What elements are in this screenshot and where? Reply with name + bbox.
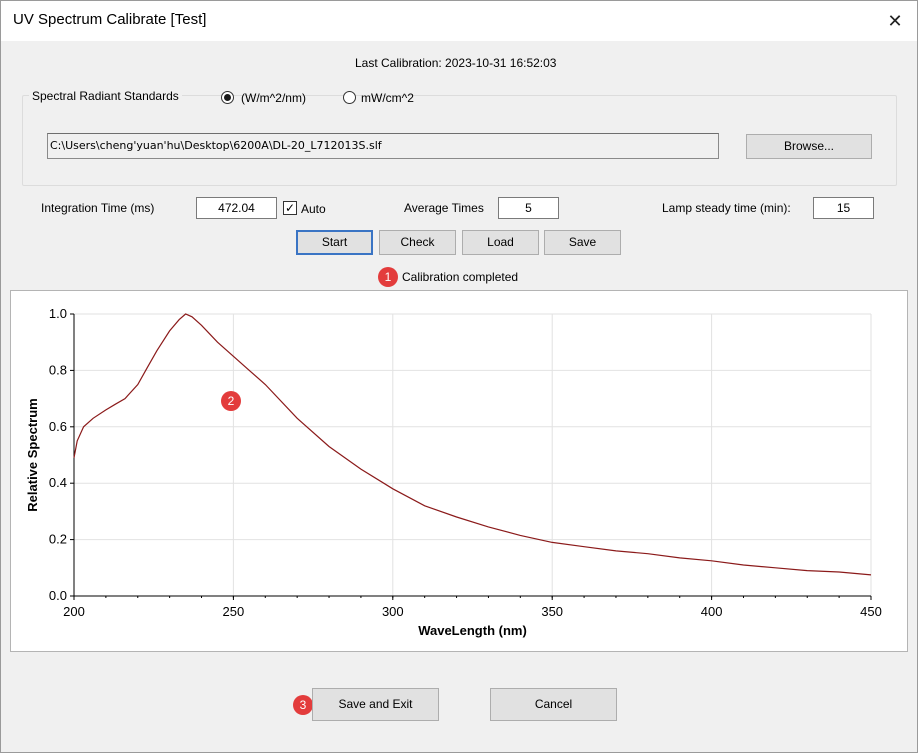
save-and-exit-button[interactable]: Save and Exit [312, 688, 439, 721]
status-text: Calibration completed [402, 270, 519, 284]
lamp-steady-time-label: Lamp steady time (min): [662, 201, 791, 215]
spectrum-chart-panel: 200 250 300 350 400 450 0.0 0.2 0.4 0.6 0.8 1.0 Wav… [10, 290, 908, 652]
x-tick-label: 450 [860, 604, 882, 619]
y-axis-label: Relative Spectrum [25, 398, 40, 511]
chart-ticks: 200 250 300 350 400 450 0.0 0.2 0.4 0.6 0.8 1.0 [49, 306, 882, 619]
x-tick-label: 250 [223, 604, 245, 619]
spectrum-series-line [73, 313, 872, 576]
x-tick-label: 300 [382, 604, 404, 619]
y-tick-label: 0.0 [49, 588, 67, 603]
y-tick-label: 0.8 [49, 362, 67, 377]
radio-w-m2-nm[interactable] [221, 91, 234, 104]
y-tick-label: 1.0 [49, 306, 67, 321]
last-calibration-text: Last Calibration: 2023-10-31 16:52:03 [355, 56, 557, 70]
radio-mw-cm2-label[interactable]: mW/cm^2 [361, 91, 414, 105]
save-button[interactable]: Save [544, 230, 621, 255]
auto-label[interactable]: Auto [301, 202, 326, 216]
marker-1: 1 [378, 267, 398, 287]
browse-button[interactable]: Browse... [746, 134, 872, 159]
chart-grid [73, 313, 872, 597]
x-tick-label: 400 [701, 604, 723, 619]
integration-time-label: Integration Time (ms) [41, 201, 155, 215]
marker-3: 3 [293, 695, 313, 715]
average-times-label: Average Times [404, 201, 484, 215]
check-button[interactable]: Check [379, 230, 456, 255]
integration-time-input[interactable]: 472.04 [196, 197, 277, 219]
y-tick-label: 0.2 [49, 532, 67, 547]
title-bar: UV Spectrum Calibrate [Test] ✕ [1, 1, 917, 41]
x-tick-label: 350 [541, 604, 563, 619]
start-button[interactable]: Start [296, 230, 373, 255]
window-title: UV Spectrum Calibrate [Test] [13, 11, 207, 28]
x-axis-label: WaveLength (nm) [418, 623, 527, 638]
lamp-steady-time-input[interactable]: 15 [813, 197, 874, 219]
average-times-input[interactable]: 5 [498, 197, 559, 219]
radio-mw-cm2[interactable] [343, 91, 356, 104]
standard-file-path-field[interactable]: C:\Users\cheng'yuan'hu\Desktop\6200A\DL-… [47, 133, 719, 159]
x-tick-label: 200 [63, 604, 85, 619]
auto-checkbox[interactable]: ✓ [283, 201, 297, 215]
radio-w-m2-nm-label[interactable]: (W/m^2/nm) [241, 91, 306, 105]
close-icon[interactable]: ✕ [883, 9, 907, 33]
load-button[interactable]: Load [462, 230, 539, 255]
calibrate-dialog: UV Spectrum Calibrate [Test] ✕ Last Cali… [0, 0, 918, 753]
cancel-button[interactable]: Cancel [490, 688, 617, 721]
y-tick-label: 0.4 [49, 475, 67, 490]
chart-axes [73, 314, 871, 597]
spectrum-chart: 200 250 300 350 400 450 0.0 0.2 0.4 0.6 0.8 1.0 Wav… [25, 306, 882, 638]
y-tick-label: 0.6 [49, 419, 67, 434]
marker-2: 2 [221, 391, 241, 411]
standards-group-label: Spectral Radiant Standards [29, 89, 182, 103]
